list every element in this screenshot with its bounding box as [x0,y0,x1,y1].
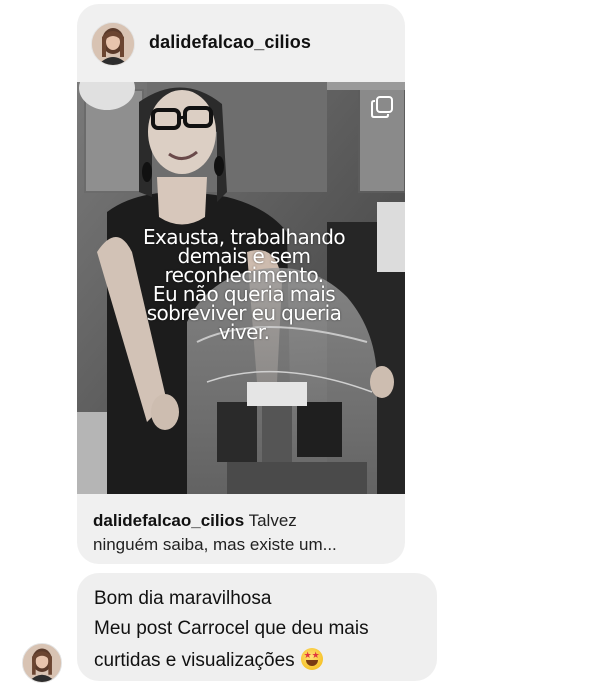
post-header[interactable]: dalidefalcao_cilios [77,4,405,82]
caption-username: dalidefalcao_cilios [93,511,245,530]
post-overlay-text: Exausta, trabalhando demais e sem reconh… [129,227,359,344]
shared-post-card[interactable]: dalidefalcao_cilios Exausta, trabalhando… [77,4,405,564]
message-line: curtidas e visualizações [94,650,295,671]
star-struck-emoji-icon [300,648,323,670]
post-author-avatar[interactable] [91,22,135,66]
caption-text: Talvez [244,511,297,530]
post-caption[interactable]: dalidefalcao_cilios Talvez ninguém saiba… [93,509,393,557]
caption-text: ninguém saiba, mas existe um... [93,535,337,554]
message-line: Meu post Carrocel que deu mais [94,618,369,639]
carousel-icon [371,96,393,118]
post-image[interactable]: Exausta, trabalhando demais e sem reconh… [77,82,405,494]
overlay-line: viver. [218,320,270,344]
message-bubble[interactable]: Bom dia maravilhosa Meu post Carrocel qu… [77,573,437,681]
message-line: Bom dia maravilhosa [94,588,272,609]
sender-avatar[interactable] [22,643,62,683]
post-author-username[interactable]: dalidefalcao_cilios [149,32,311,53]
